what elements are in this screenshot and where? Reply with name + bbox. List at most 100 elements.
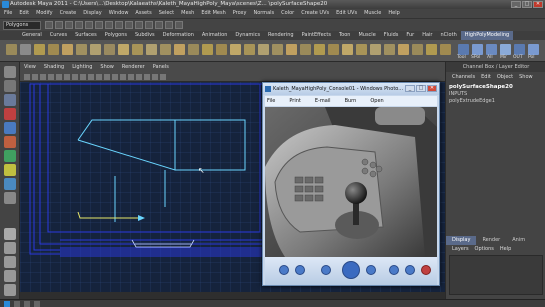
- shelf-tab-dynamics[interactable]: Dynamics: [231, 31, 264, 40]
- viewport-menu-view[interactable]: View: [24, 62, 36, 72]
- save-scene-icon[interactable]: [65, 21, 73, 29]
- four-view-layout-icon[interactable]: [4, 242, 16, 254]
- menu-edit-uvs[interactable]: Edit UVs: [336, 9, 357, 18]
- safe-action-icon[interactable]: [96, 74, 102, 80]
- shelf-delete-edge-icon[interactable]: [328, 44, 339, 55]
- photo-viewer-menu-burn[interactable]: Burn: [345, 96, 357, 106]
- shelf-tab-highpolymodeling[interactable]: HighPolyModeling: [460, 31, 514, 40]
- channel-box-menu-show[interactable]: Show: [519, 72, 533, 82]
- select-object-icon[interactable]: [85, 21, 93, 29]
- film-gate-icon[interactable]: [64, 74, 70, 80]
- shelf-tab-rendering[interactable]: Rendering: [264, 31, 298, 40]
- shelf-wedge-icon[interactable]: [216, 44, 227, 55]
- menu-mesh[interactable]: Mesh: [181, 9, 194, 18]
- menu-normals[interactable]: Normals: [253, 9, 274, 18]
- layer-tab-anim[interactable]: Anim: [506, 236, 531, 245]
- input-node-item[interactable]: polyExtrudeEdge1: [449, 98, 495, 104]
- shelf-tab-subdivs[interactable]: Subdivs: [131, 31, 159, 40]
- channel-box-menu-object[interactable]: Object: [497, 72, 513, 82]
- image-plane-icon[interactable]: [48, 74, 54, 80]
- minimize-button[interactable]: _: [511, 1, 521, 8]
- viewport-menu-panels[interactable]: Panels: [153, 62, 169, 72]
- start-icon[interactable]: [4, 301, 10, 307]
- close-button[interactable]: ✕: [533, 1, 543, 8]
- shelf-tab-ncloth[interactable]: nCloth: [437, 31, 461, 40]
- isolate-select-icon[interactable]: [160, 74, 166, 80]
- shelf-bevel-icon[interactable]: [132, 44, 143, 55]
- menu-muscle[interactable]: Muscle: [364, 9, 381, 18]
- shelf-tab-curves[interactable]: Curves: [46, 31, 71, 40]
- shelf-tab-muscle[interactable]: Muscle: [354, 31, 379, 40]
- render-icon[interactable]: [155, 21, 163, 29]
- field-chart-icon[interactable]: [88, 74, 94, 80]
- photo-viewer-slideshow-icon[interactable]: [342, 261, 360, 279]
- channel-box-menu-edit[interactable]: Edit: [481, 72, 491, 82]
- universal-manipulator-icon[interactable]: [4, 150, 16, 162]
- taskbar-item-icon[interactable]: [24, 301, 30, 307]
- rotate-tool-icon[interactable]: [4, 122, 16, 134]
- shelf-cylinder-icon[interactable]: [48, 44, 59, 55]
- shelf-poke-icon[interactable]: [230, 44, 241, 55]
- shelf-mirror-script-icon[interactable]: [500, 44, 511, 55]
- select-camera-icon[interactable]: [24, 74, 30, 80]
- shelf-append-icon[interactable]: [202, 44, 213, 55]
- shelf-tab-painteffects[interactable]: PaintEffects: [298, 31, 335, 40]
- shelf-collapse-icon[interactable]: [314, 44, 325, 55]
- viewport-menu-lighting[interactable]: Lighting: [72, 62, 92, 72]
- photo-viewer-close-button[interactable]: ✕: [427, 85, 437, 92]
- shelf-crease-icon[interactable]: [342, 44, 353, 55]
- shelf-pipe-icon[interactable]: [104, 44, 115, 55]
- shelf-pol-icon[interactable]: [528, 44, 539, 55]
- show-manipulator-icon[interactable]: [4, 178, 16, 190]
- viewport-menu-shading[interactable]: Shading: [44, 62, 64, 72]
- photo-viewer-rotate-right-icon[interactable]: [405, 265, 415, 275]
- shelf-bridge-icon[interactable]: [146, 44, 157, 55]
- shelf-out-icon[interactable]: [514, 44, 525, 55]
- move-tool-icon[interactable]: [4, 108, 16, 120]
- select-component-icon[interactable]: [95, 21, 103, 29]
- viewport-menu-renderer[interactable]: Renderer: [122, 62, 145, 72]
- shelf-tab-fluids[interactable]: Fluids: [380, 31, 403, 40]
- snap-plane-icon[interactable]: [135, 21, 143, 29]
- wireframe-icon[interactable]: [112, 74, 118, 80]
- shelf-tab-general[interactable]: General: [18, 31, 46, 40]
- layer-tab-render[interactable]: Render: [476, 236, 506, 245]
- shelf-slide-edge-icon[interactable]: [356, 44, 367, 55]
- hypershade-layout-icon[interactable]: [4, 284, 16, 296]
- shelf-sphere-icon[interactable]: [34, 44, 45, 55]
- photo-viewer-rotate-left-icon[interactable]: [389, 265, 399, 275]
- menu-display[interactable]: Display: [83, 9, 101, 18]
- maximize-button[interactable]: □: [522, 1, 532, 8]
- photo-viewer-menu-email[interactable]: E-mail: [315, 96, 331, 106]
- shelf-plane-icon[interactable]: [62, 44, 73, 55]
- shelf-fill-hole-icon[interactable]: [300, 44, 311, 55]
- shelf-tab-fur[interactable]: Fur: [402, 31, 418, 40]
- lasso-tool-icon[interactable]: [4, 80, 16, 92]
- shelf-quadrangulate-icon[interactable]: [440, 44, 451, 55]
- taskbar-item-icon[interactable]: [14, 301, 20, 307]
- shelf-all-icon[interactable]: [486, 44, 497, 55]
- menu-window[interactable]: Window: [109, 9, 129, 18]
- menu-file[interactable]: File: [4, 9, 12, 18]
- shelf-tab-surfaces[interactable]: Surfaces: [71, 31, 101, 40]
- photo-viewer-delete-icon[interactable]: [421, 265, 431, 275]
- shelf-mirror-icon[interactable]: [286, 44, 297, 55]
- shelf-separate-icon[interactable]: [272, 44, 283, 55]
- menu-proxy[interactable]: Proxy: [233, 9, 247, 18]
- shelf-cube-icon[interactable]: [20, 44, 31, 55]
- shelf-tab-deformation[interactable]: Deformation: [159, 31, 198, 40]
- select-tool-icon[interactable]: [4, 66, 16, 78]
- shelf-tab-toon[interactable]: Toon: [335, 31, 355, 40]
- snap-grid-icon[interactable]: [105, 21, 113, 29]
- layer-menu-layers[interactable]: Layers: [452, 245, 469, 253]
- smooth-shade-icon[interactable]: [120, 74, 126, 80]
- shelf-insert-edge-icon[interactable]: [188, 44, 199, 55]
- shelf-chamfer-icon[interactable]: [398, 44, 409, 55]
- textured-icon[interactable]: [128, 74, 134, 80]
- menu-set-dropdown[interactable]: Polygons: [3, 21, 41, 30]
- shelf-combine-icon[interactable]: [258, 44, 269, 55]
- shelf-cone-icon[interactable]: [90, 44, 101, 55]
- shelf-torus-icon[interactable]: [76, 44, 87, 55]
- new-scene-icon[interactable]: [45, 21, 53, 29]
- grid-toggle-icon[interactable]: [56, 74, 62, 80]
